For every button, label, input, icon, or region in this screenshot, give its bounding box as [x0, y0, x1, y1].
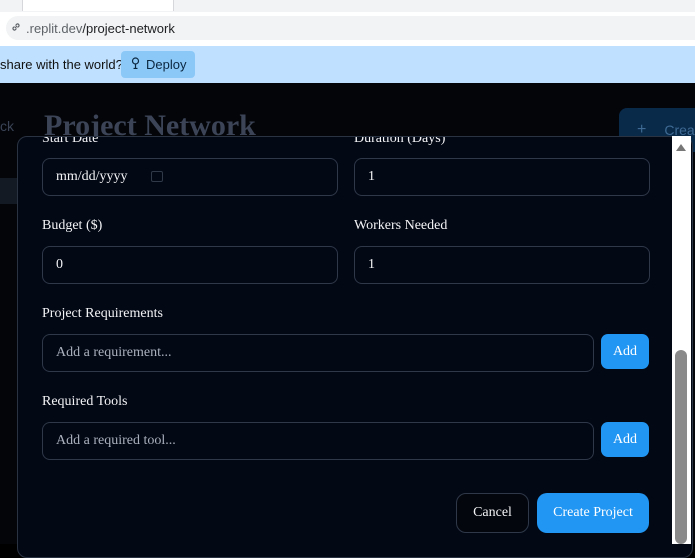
tools-label: Required Tools	[42, 394, 128, 409]
scroll-up-arrow-icon[interactable]	[676, 144, 686, 151]
scroll-thumb[interactable]	[675, 350, 687, 544]
deploy-button[interactable]: Deploy	[121, 51, 196, 78]
add-requirement-button[interactable]: Add	[601, 334, 649, 369]
requirements-label: Project Requirements	[42, 306, 163, 321]
budget-label: Budget ($)	[42, 218, 103, 233]
deploy-label: Deploy	[146, 57, 187, 72]
requirement-placeholder: Add a requirement...	[56, 345, 172, 360]
back-link[interactable]: ck	[0, 118, 14, 134]
banner-text: share with the world?	[0, 57, 123, 72]
duration-value: 1	[368, 169, 375, 184]
workers-input[interactable]: 1	[354, 246, 650, 284]
tool-input[interactable]: Add a required tool...	[42, 422, 594, 460]
deploy-banner: share with the world? Deploy	[0, 46, 695, 83]
duration-label: Duration (Days)	[354, 136, 446, 146]
budget-value: 0	[56, 257, 63, 272]
workers-label: Workers Needed	[354, 218, 448, 233]
workers-value: 1	[368, 257, 375, 272]
cancel-button[interactable]: Cancel	[456, 493, 529, 533]
address-row: .replit.dev/project-network	[0, 12, 695, 46]
duration-input[interactable]: 1	[354, 158, 650, 196]
budget-input[interactable]: 0	[42, 246, 338, 284]
browser-tab[interactable]	[22, 0, 174, 11]
browser-tab-strip	[0, 0, 695, 12]
url-domain: .replit.dev	[26, 20, 83, 36]
add-tool-button[interactable]: Add	[601, 422, 649, 457]
link-icon	[10, 21, 26, 36]
address-bar[interactable]: .replit.dev/project-network	[6, 16, 695, 40]
start-date-placeholder: mm/dd/yyyy	[56, 169, 128, 184]
create-project-button[interactable]: Create Project	[537, 493, 649, 533]
create-project-modal: Start Date Duration (Days) mm/dd/yyyy 1 …	[17, 136, 693, 558]
requirement-input[interactable]: Add a requirement...	[42, 334, 594, 372]
background-panel-edge	[0, 178, 18, 204]
start-date-input[interactable]: mm/dd/yyyy	[42, 158, 338, 196]
calendar-icon[interactable]	[151, 171, 163, 182]
tool-placeholder: Add a required tool...	[56, 433, 176, 448]
start-date-label: Start Date	[42, 136, 99, 146]
url-path: /project-network	[82, 20, 175, 36]
modal-scrollbar[interactable]	[672, 136, 691, 544]
deploy-icon	[130, 57, 141, 72]
